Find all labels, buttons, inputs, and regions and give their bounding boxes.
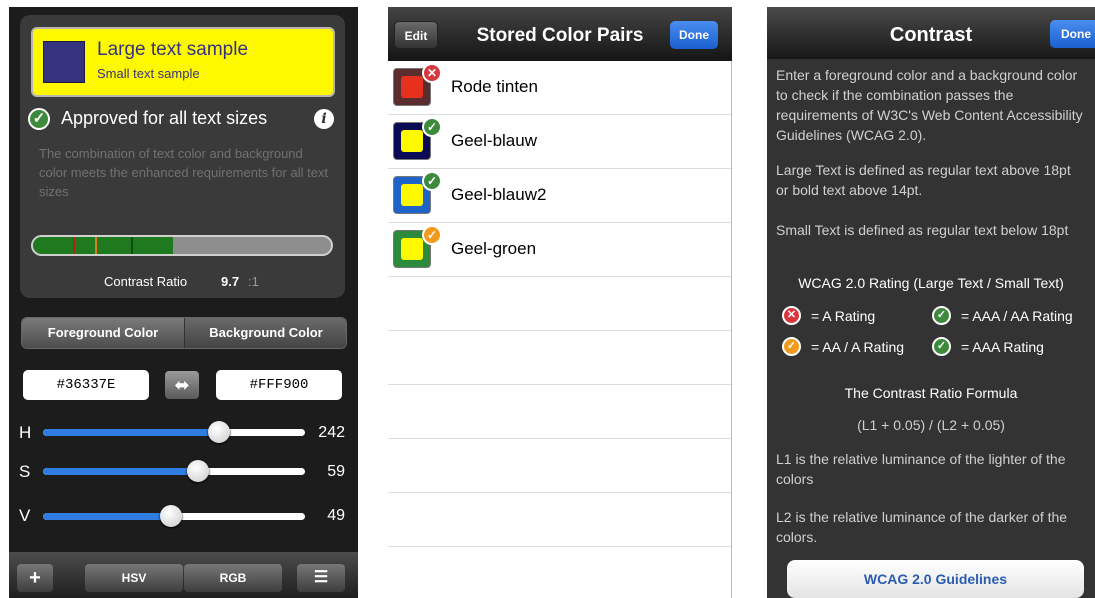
contrast-ratio-unit: :1 xyxy=(248,274,259,289)
empty-row xyxy=(388,385,732,439)
legend-label: = AAA Rating xyxy=(961,339,1044,355)
value-value: 49 xyxy=(327,507,345,524)
intro-text: Enter a foreground color and a backgroun… xyxy=(776,67,1083,143)
large-text-definition: Large Text is defined as regular text ab… xyxy=(776,162,1071,198)
pair-name: Geel-blauw xyxy=(451,131,537,150)
approval-status: Approved for all text sizes xyxy=(61,108,268,128)
pair-name: Rode tinten xyxy=(451,77,538,96)
color-checker-screen: Large text sample Small text sample ✓ Ap… xyxy=(9,7,358,598)
threshold-marker xyxy=(73,237,75,254)
pair-swatch-inner xyxy=(401,238,423,260)
saturation-value: 59 xyxy=(327,463,345,480)
rgb-mode-button[interactable]: RGB xyxy=(184,564,282,592)
background-hex-field[interactable]: #FFF900 xyxy=(216,370,342,400)
formula-heading: The Contrast Ratio Formula xyxy=(844,385,1018,401)
hue-label: H xyxy=(19,423,32,442)
threshold-marker xyxy=(131,237,133,254)
l2-definition: L2 is the relative luminance of the dark… xyxy=(776,509,1068,545)
pass-check-icon: ✓ xyxy=(932,306,951,325)
rating-heading: WCAG 2.0 Rating (Large Text / Small Text… xyxy=(798,275,1064,291)
value-slider-fill xyxy=(43,513,172,520)
contrast-ratio-bar xyxy=(31,235,333,256)
stored-pairs-button[interactable]: ☰ xyxy=(297,564,345,592)
contrast-ratio-value: 9.7 xyxy=(221,274,240,289)
done-button[interactable]: Done xyxy=(670,21,718,49)
color-target-segmented-control: Foreground Color Background Color xyxy=(21,317,347,349)
saturation-label: S xyxy=(19,462,31,481)
empty-row xyxy=(388,547,732,598)
foreground-swatch xyxy=(43,41,85,83)
pair-swatch: ✓ xyxy=(393,171,442,214)
empty-row xyxy=(388,331,732,385)
hue-slider-thumb[interactable] xyxy=(207,421,230,443)
value-label: V xyxy=(19,506,31,525)
large-text-sample: Large text sample xyxy=(97,39,249,60)
empty-row xyxy=(388,439,732,493)
partial-check-icon: ✓ xyxy=(422,225,442,245)
legend-label: = A Rating xyxy=(811,308,876,324)
l1-definition: L1 is the relative luminance of the ligh… xyxy=(776,451,1066,487)
saturation-slider[interactable] xyxy=(43,468,305,475)
text-sample-preview: Large text sample Small text sample xyxy=(31,27,335,97)
pair-swatch-inner xyxy=(401,130,423,152)
legend-label: = AAA / AA Rating xyxy=(961,308,1073,324)
list-item[interactable]: ✓ Geel-blauw2 xyxy=(388,169,732,223)
formula: (L1 + 0.05) / (L2 + 0.05) xyxy=(857,417,1005,433)
fail-x-icon: ✕ xyxy=(782,306,801,325)
small-text-sample: Small text sample xyxy=(97,66,200,81)
done-button[interactable]: Done xyxy=(1050,20,1095,48)
status-description: The combination of text color and backgr… xyxy=(39,146,329,199)
empty-row xyxy=(388,277,732,331)
swap-colors-button[interactable]: ⬌ xyxy=(165,371,199,399)
double-check-icon: ✓ xyxy=(932,337,951,356)
pair-swatch: ✓ xyxy=(393,117,442,160)
pass-check-icon: ✓ xyxy=(422,117,442,137)
pass-check-icon: ✓ xyxy=(422,171,442,191)
approved-check-icon: ✓ xyxy=(28,108,50,130)
contrast-ratio-fill xyxy=(33,237,174,254)
add-pair-button[interactable]: + xyxy=(17,564,53,592)
value-slider-thumb[interactable] xyxy=(160,505,183,527)
pair-swatch: ✕ xyxy=(393,63,442,106)
hue-slider-fill xyxy=(43,429,219,436)
pair-swatch-inner xyxy=(401,76,423,98)
contrast-info-screen: Contrast Done Enter a foreground color a… xyxy=(767,7,1095,598)
list-item[interactable]: ✓ Geel-blauw xyxy=(388,115,732,169)
fail-x-icon: ✕ xyxy=(422,63,442,83)
list-icon: ☰ xyxy=(313,569,329,586)
pair-name: Geel-groen xyxy=(451,239,537,258)
pair-swatch: ✓ xyxy=(393,225,442,268)
page-title: Contrast xyxy=(889,24,973,46)
foreground-color-tab[interactable]: Foreground Color xyxy=(22,318,184,348)
swap-arrows-icon: ⬌ xyxy=(174,375,190,395)
hue-value: 242 xyxy=(318,424,345,441)
pair-name: Geel-blauw2 xyxy=(451,185,547,204)
small-text-definition: Small Text is defined as regular text be… xyxy=(776,222,1069,238)
foreground-hex-field[interactable]: #36337E xyxy=(23,370,149,400)
partial-check-icon: ✓ xyxy=(782,337,801,356)
hue-slider[interactable] xyxy=(43,429,305,436)
list-item[interactable]: ✓ Geel-groen xyxy=(388,223,732,277)
pair-swatch-inner xyxy=(401,184,423,206)
threshold-marker xyxy=(95,237,97,254)
contrast-ratio-label: Contrast Ratio xyxy=(104,274,188,289)
list-item[interactable]: ✕ Rode tinten xyxy=(388,61,732,115)
legend-label: = AA / A Rating xyxy=(811,339,905,355)
hsv-mode-button[interactable]: HSV xyxy=(85,564,183,592)
saturation-slider-thumb[interactable] xyxy=(186,460,209,482)
info-icon[interactable]: i xyxy=(314,109,334,129)
background-color-tab[interactable]: Background Color xyxy=(184,318,346,348)
stored-pairs-screen: Edit Stored Color Pairs Done ✕ Rode tint… xyxy=(388,7,732,598)
saturation-slider-fill xyxy=(43,468,198,475)
wcag-guidelines-button[interactable]: WCAG 2.0 Guidelines xyxy=(787,560,1084,598)
empty-row xyxy=(388,493,732,547)
divider xyxy=(731,61,732,598)
